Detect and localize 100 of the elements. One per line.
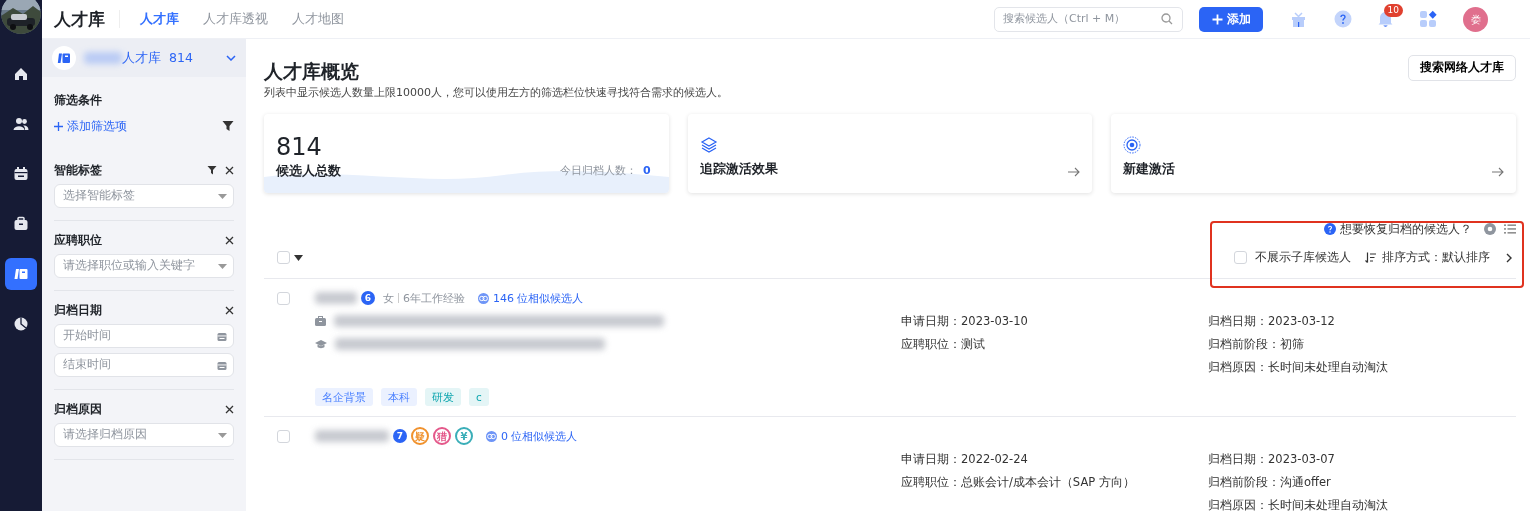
library-name[interactable]: 人才库 bbox=[122, 48, 161, 68]
page-title: 人才库概览 bbox=[264, 59, 360, 83]
select-field[interactable]: 请选择归档原因 bbox=[54, 423, 234, 447]
select-field[interactable]: 请选择职位或输入关键字 bbox=[54, 254, 234, 278]
chevron-down-icon[interactable] bbox=[226, 55, 236, 61]
checkbox[interactable] bbox=[1234, 251, 1247, 265]
date-input[interactable]: 结束时间 bbox=[61, 355, 217, 375]
briefcase-icon bbox=[13, 216, 29, 232]
stat-label: 候选人总数 bbox=[276, 161, 341, 180]
close-icon[interactable] bbox=[225, 404, 234, 414]
row-checkbox[interactable] bbox=[277, 291, 290, 305]
help-icon bbox=[1334, 10, 1352, 28]
similar-candidates-link[interactable]: 146 位相似候选人 bbox=[477, 286, 584, 310]
search-field[interactable]: 搜索候选人（Ctrl + M） bbox=[994, 6, 1183, 32]
field-text: 应聘职位：测试 bbox=[901, 335, 986, 353]
filter-label: 归档原因 bbox=[54, 401, 102, 418]
arrow-right-icon bbox=[1068, 166, 1081, 177]
overview-card[interactable]: 814 候选人总数 今日归档人数： 0 bbox=[264, 113, 669, 193]
nav-tab[interactable]: 人才库 bbox=[128, 9, 191, 29]
filter-icon[interactable] bbox=[222, 120, 234, 132]
field-text: 归档前阶段：沟通offer bbox=[1208, 473, 1332, 491]
field-text: 归档日期：2023-03-12 bbox=[1208, 312, 1336, 330]
tag: 研发 bbox=[425, 387, 461, 406]
user-avatar[interactable]: 娄 bbox=[1463, 6, 1488, 32]
link-icon bbox=[485, 430, 498, 442]
status-mark: ¥ bbox=[455, 427, 473, 446]
row-checkbox[interactable] bbox=[277, 429, 290, 443]
add-filter-link[interactable]: 添加筛选项 bbox=[54, 117, 127, 135]
overview-card[interactable]: 追踪激活效果 bbox=[687, 113, 1093, 193]
briefcase-icon bbox=[315, 316, 326, 327]
close-icon[interactable] bbox=[225, 305, 234, 315]
link-icon bbox=[477, 292, 490, 304]
home-icon bbox=[13, 66, 29, 82]
arrow-right-icon bbox=[1492, 166, 1504, 177]
stat-value: 814 bbox=[276, 131, 323, 162]
status-mark: 猎 bbox=[433, 427, 451, 446]
calendar-icon bbox=[217, 331, 227, 341]
select-input[interactable]: 选择智能标签 bbox=[61, 186, 218, 206]
overview-card[interactable]: 新建激活 bbox=[1111, 113, 1516, 193]
experience-text: 6年工作经验 bbox=[403, 290, 465, 307]
add-button[interactable]: 添加 bbox=[1199, 6, 1263, 32]
date-input[interactable]: 开始时间 bbox=[61, 326, 217, 346]
library-count: 814 bbox=[169, 48, 193, 67]
select-field[interactable]: 选择智能标签 bbox=[54, 184, 234, 208]
caret-down-icon bbox=[218, 193, 227, 199]
filter-label: 智能标签 bbox=[54, 162, 102, 179]
today-archived-count: 今日归档人数： 0 bbox=[560, 162, 652, 179]
card-title: 追踪激活效果 bbox=[699, 159, 778, 178]
search-network-button[interactable]: 搜索网络人才库 bbox=[1408, 55, 1516, 81]
book-icon bbox=[57, 51, 71, 65]
field-text: 申请日期：2022-02-24 bbox=[901, 450, 1029, 468]
search-icon bbox=[1161, 13, 1173, 25]
apps-icon bbox=[1419, 10, 1437, 28]
select-all-checkbox[interactable] bbox=[277, 251, 290, 265]
book-icon bbox=[13, 266, 29, 282]
notification-badge: 10 bbox=[1383, 4, 1403, 17]
field-text: 归档日期：2023-03-07 bbox=[1208, 450, 1336, 468]
count-badge: 7 bbox=[393, 429, 407, 444]
tag: 名企背景 bbox=[315, 387, 373, 406]
count-badge: 6 bbox=[361, 291, 375, 306]
graduation-cap-icon bbox=[315, 339, 327, 350]
sort-icon[interactable] bbox=[1365, 252, 1376, 264]
sort-dropdown[interactable]: 排序方式：默认排序 bbox=[1382, 249, 1490, 267]
section-title: 筛选条件 bbox=[54, 92, 103, 109]
caret-down-icon bbox=[218, 263, 227, 269]
help-icon bbox=[1324, 223, 1336, 236]
select-input[interactable]: 请选择归档原因 bbox=[61, 425, 218, 445]
caret-down-icon bbox=[218, 432, 227, 438]
calendar-icon bbox=[217, 360, 227, 370]
close-icon[interactable] bbox=[225, 165, 234, 175]
list-icon[interactable] bbox=[1504, 224, 1516, 235]
users-icon bbox=[13, 116, 29, 132]
field-text: 应聘职位：总账会计/成本会计（SAP 方向） bbox=[901, 473, 1136, 491]
checkbox-label: 不展示子库候选人 bbox=[1255, 249, 1351, 267]
field-text: 申请日期：2023-03-10 bbox=[901, 312, 1029, 330]
status-mark: 疑 bbox=[411, 427, 429, 446]
nav-item[interactable] bbox=[5, 258, 37, 290]
target-icon bbox=[1123, 135, 1142, 154]
filter-icon[interactable] bbox=[207, 165, 217, 175]
search-input[interactable]: 搜索候选人（Ctrl + M） bbox=[1001, 9, 1161, 29]
nav-tab[interactable]: 人才地图 bbox=[280, 9, 356, 29]
similar-candidates-link[interactable]: 0 位相似候选人 bbox=[485, 424, 578, 448]
tag: c bbox=[469, 387, 489, 406]
date-field[interactable]: 结束时间 bbox=[54, 353, 234, 377]
gender-text: 女 bbox=[383, 290, 394, 307]
filter-label: 应聘职位 bbox=[54, 232, 102, 249]
view-toggle-icon[interactable] bbox=[1484, 223, 1496, 236]
app-title: 人才库 bbox=[54, 10, 120, 28]
select-input[interactable]: 请选择职位或输入关键字 bbox=[61, 256, 218, 276]
close-icon[interactable] bbox=[225, 235, 234, 245]
chevron-right-icon[interactable] bbox=[1506, 252, 1512, 263]
layers-icon bbox=[699, 135, 718, 154]
nav-tab[interactable]: 人才库透视 bbox=[191, 9, 280, 29]
date-field[interactable]: 开始时间 bbox=[54, 324, 234, 348]
restore-archived-link[interactable]: 想要恢复归档的候选人？ bbox=[1340, 220, 1472, 238]
gift-icon bbox=[1290, 10, 1307, 28]
calendar-icon bbox=[13, 166, 29, 182]
plus-icon bbox=[1211, 13, 1223, 25]
caret-down-icon[interactable] bbox=[294, 254, 303, 261]
tag: 本科 bbox=[381, 387, 417, 406]
